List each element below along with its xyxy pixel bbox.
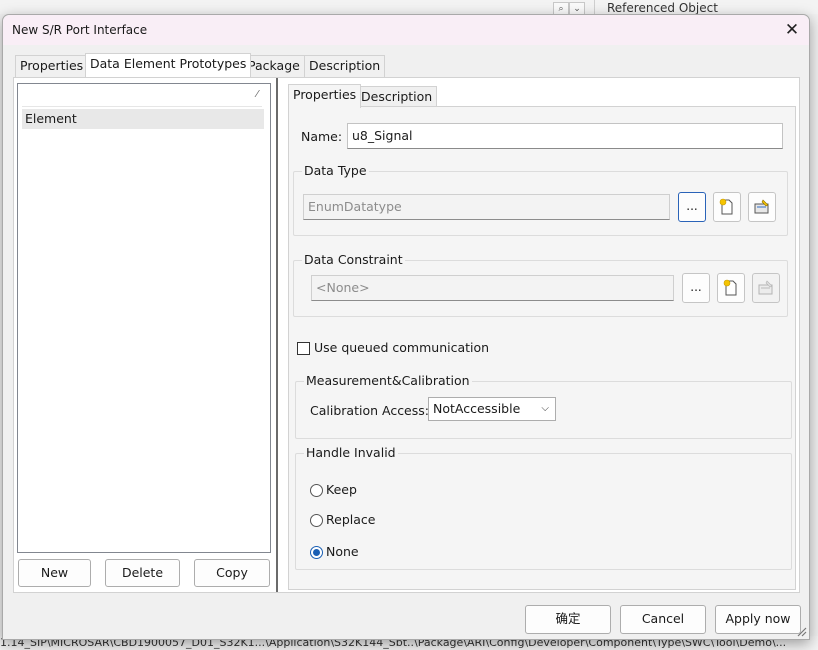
data-constraint-field: <None>	[311, 275, 674, 301]
queued-communication-checkbox[interactable]	[297, 342, 310, 355]
element-detail-panel: Properties Description Name: u8_Signal D…	[288, 84, 796, 590]
new-document-icon	[723, 279, 737, 296]
background-right-pane: Referenced Object	[594, 0, 818, 14]
tab-element-properties[interactable]: Properties	[288, 84, 362, 108]
copy-button[interactable]: Copy	[194, 559, 270, 587]
new-document-icon	[719, 198, 733, 215]
panel-splitter[interactable]	[276, 78, 278, 592]
edit-properties-icon	[758, 280, 773, 295]
cancel-button[interactable]: Cancel	[620, 605, 706, 634]
background-pane-title: Referenced Object	[607, 1, 718, 14]
data-type-group-title: Data Type	[302, 163, 369, 178]
radio-replace-label: Replace	[326, 512, 376, 527]
calibration-access-value: NotAccessible	[433, 401, 521, 416]
list-item[interactable]: Element	[22, 109, 264, 129]
data-constraint-browse-button[interactable]: ...	[682, 273, 710, 303]
dialog-title: New S/R Port Interface	[12, 23, 148, 37]
radio-keep[interactable]	[310, 484, 323, 497]
element-list[interactable]: ⁄ Element	[17, 83, 271, 553]
handle-invalid-group-title: Handle Invalid	[304, 445, 398, 460]
queued-communication-label: Use queued communication	[314, 340, 490, 355]
background-scroll-controls: ⌕ ⌄	[553, 0, 585, 17]
filter-icon[interactable]: ⁄	[256, 89, 258, 100]
close-icon[interactable]: ✕	[779, 18, 805, 42]
element-properties-page: Name: u8_Signal Data Type EnumDatatype .…	[288, 106, 796, 590]
ok-button[interactable]: 确定	[525, 605, 611, 634]
handle-invalid-group: Handle Invalid Keep Replace None	[295, 445, 792, 570]
data-constraint-group-title: Data Constraint	[302, 252, 405, 267]
chevron-down-icon: ⌵	[541, 403, 549, 414]
list-filter-row[interactable]: ⁄	[22, 88, 262, 107]
tab-package[interactable]: Package	[243, 55, 305, 77]
data-type-group: Data Type EnumDatatype ...	[293, 163, 788, 236]
data-type-browse-button[interactable]: ...	[678, 192, 706, 222]
tab-properties[interactable]: Properties	[15, 55, 89, 77]
name-field[interactable]: u8_Signal	[347, 123, 783, 149]
new-data-type-button[interactable]	[713, 192, 741, 222]
data-element-prototypes-page: ⁄ Element New Delete Copy Properties Des…	[13, 77, 800, 593]
tab-description[interactable]: Description	[304, 55, 386, 77]
dialog-titlebar[interactable]: New S/R Port Interface ✕	[3, 15, 809, 45]
radio-keep-label: Keep	[326, 482, 357, 497]
edit-properties-icon	[754, 199, 769, 214]
resize-grip-icon[interactable]	[795, 625, 807, 637]
data-constraint-group: Data Constraint <None> ...	[293, 252, 788, 317]
radio-replace[interactable]	[310, 514, 323, 527]
tab-data-element-prototypes[interactable]: Data Element Prototypes	[85, 53, 252, 77]
apply-now-button[interactable]: Apply now	[715, 605, 801, 634]
calibration-access-select[interactable]: NotAccessible ⌵	[428, 397, 556, 421]
edit-data-constraint-button[interactable]	[752, 273, 780, 303]
data-type-field: EnumDatatype	[303, 194, 670, 220]
edit-data-type-button[interactable]	[748, 192, 776, 222]
calibration-access-label: Calibration Access:	[310, 403, 429, 418]
delete-button[interactable]: Delete	[105, 559, 180, 587]
new-button[interactable]: New	[18, 559, 91, 587]
measurement-calibration-group-title: Measurement&Calibration	[304, 373, 472, 388]
tab-element-description[interactable]: Description	[356, 86, 438, 108]
new-sr-port-interface-dialog: New S/R Port Interface ✕ Properties Data…	[2, 14, 810, 640]
radio-none-label: None	[326, 544, 359, 559]
measurement-calibration-group: Measurement&Calibration Calibration Acce…	[295, 373, 792, 439]
name-label: Name:	[301, 129, 343, 144]
new-data-constraint-button[interactable]	[717, 273, 745, 303]
radio-none[interactable]	[310, 546, 323, 559]
